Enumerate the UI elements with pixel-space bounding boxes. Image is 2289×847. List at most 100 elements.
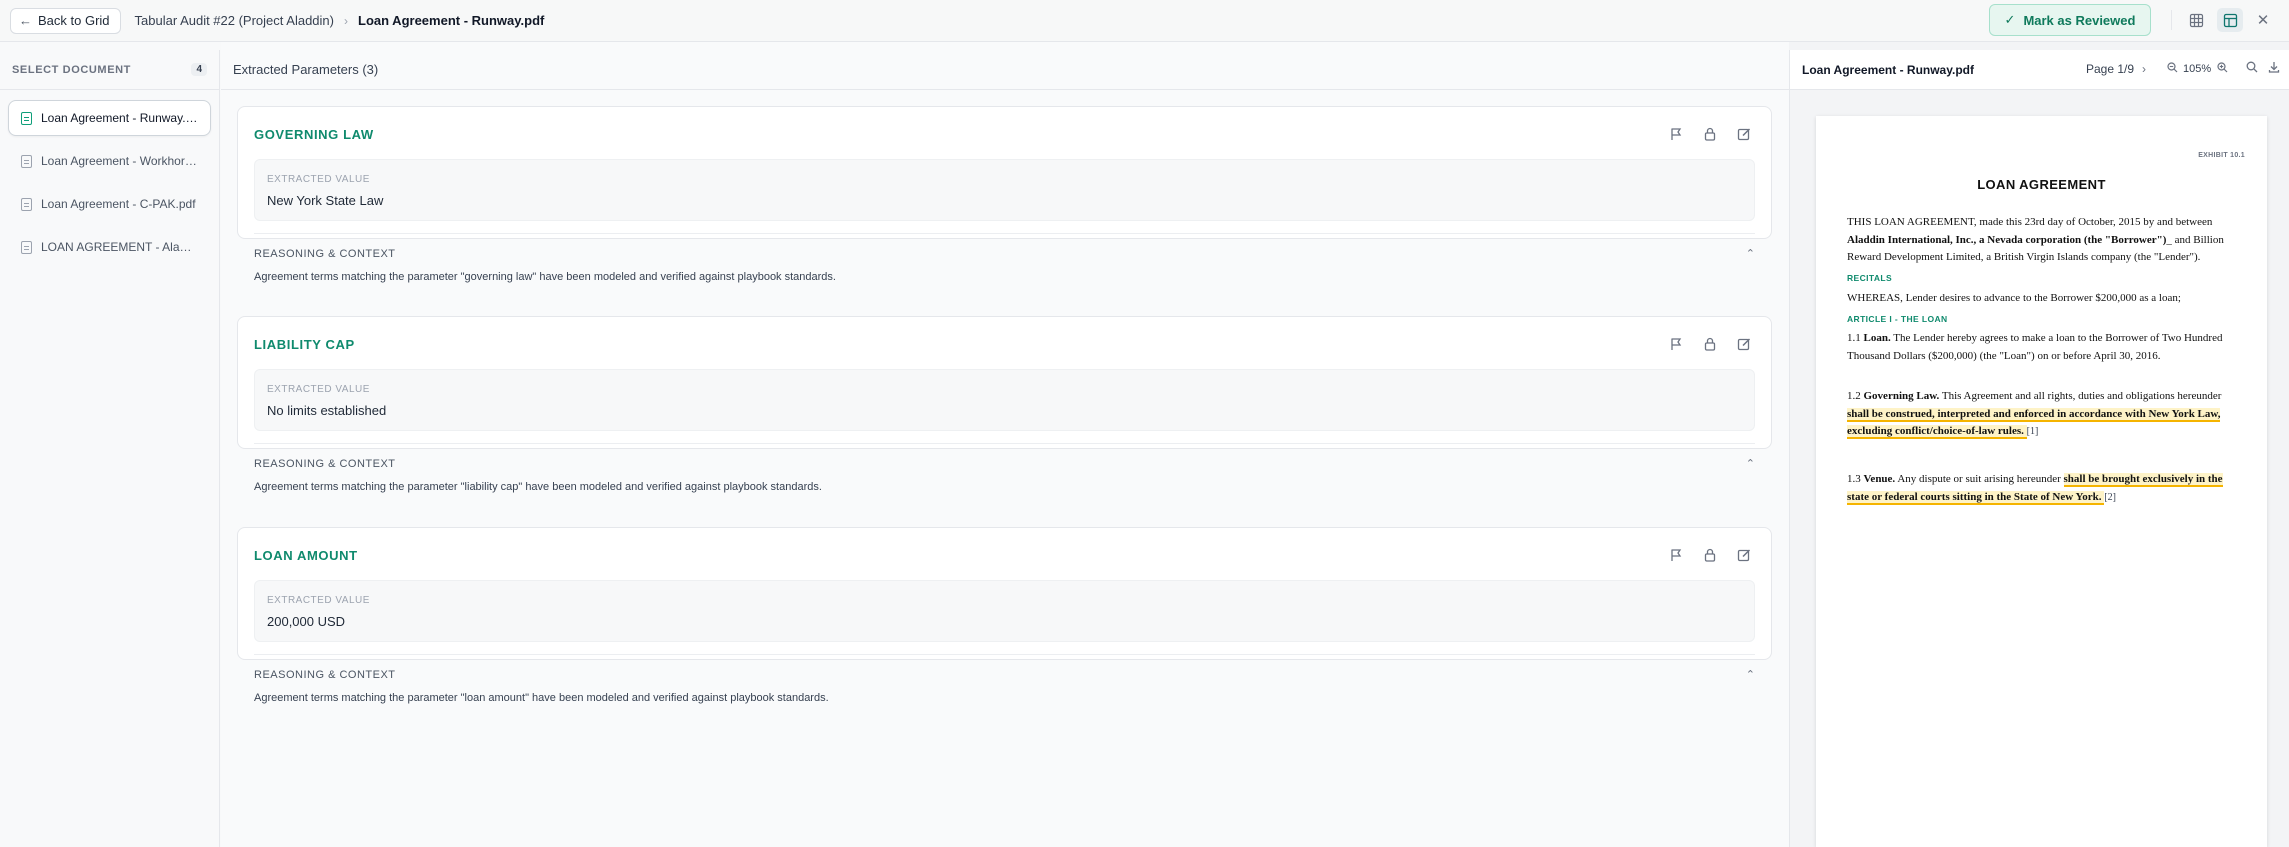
flag-icon[interactable] — [1667, 546, 1685, 564]
document-sidebar: SELECT DOCUMENT 4 Loan Agreement - Runwa… — [0, 50, 220, 847]
extracted-value-box: EXTRACTED VALUE New York State Law — [254, 159, 1755, 221]
clause-heading: Venue. — [1863, 473, 1896, 485]
borrower-name: Aladdin International, Inc., a Nevada co… — [1847, 233, 2167, 246]
chevron-up-icon: ⌃ — [1745, 669, 1755, 681]
clause-1-1: 1.1 Loan. The Lender hereby agrees to ma… — [1847, 330, 2239, 365]
flag-icon[interactable] — [1667, 125, 1685, 143]
reasoning-toggle[interactable]: REASONING & CONTEXT ⌃ — [254, 668, 1755, 682]
extracted-value: No limits established — [267, 403, 387, 418]
close-icon[interactable]: ✕ — [2250, 8, 2276, 32]
clause-number: 1.3 — [1847, 473, 1864, 485]
card-actions — [1667, 546, 1753, 564]
back-label: Back to Grid — [38, 13, 110, 28]
grid-icon[interactable] — [2183, 8, 2209, 32]
pdf-spacer — [1789, 42, 2289, 50]
parameter-card-liability-cap: LIABILITY CAP EXTRACTED VALUE No limits … — [237, 316, 1772, 493]
clause-text: Any dispute or suit arising hereunder — [1895, 473, 2064, 485]
document-item-aladdin[interactable]: LOAN AGREEMENT - Aladdin... — [8, 229, 211, 265]
zoom-out-icon[interactable] — [2167, 62, 2178, 76]
clause-1-3: 1.3 Venue. Any dispute or suit arising h… — [1847, 471, 2239, 506]
intro-paragraph: THIS LOAN AGREEMENT, made this 23rd day … — [1847, 214, 2239, 267]
mark-as-reviewed-button[interactable]: ✓ Mark as Reviewed — [1989, 4, 2151, 36]
extracted-parameters-panel: Extracted Parameters (3) GOVERNING LAW E… — [221, 50, 1789, 847]
document-item-cpak[interactable]: Loan Agreement - C-PAK.pdf — [8, 186, 211, 222]
extracted-value: 200,000 USD — [267, 614, 346, 629]
document-icon — [21, 197, 32, 211]
review-label: Mark as Reviewed — [2023, 12, 2136, 28]
chevron-up-icon: ⌃ — [1745, 458, 1755, 470]
reasoning-text: Agreement terms matching the parameter "… — [254, 271, 836, 283]
extracted-value-box: EXTRACTED VALUE 200,000 USD — [254, 580, 1755, 642]
document-item-runway[interactable]: Loan Agreement - Runway.pdf — [8, 100, 211, 136]
search-icon[interactable] — [2246, 61, 2258, 76]
parameter-card-loan-amount: LOAN AMOUNT EXTRACTED VALUE 200,000 USD … — [237, 527, 1772, 704]
divider — [254, 654, 1755, 655]
value-label: EXTRACTED VALUE — [267, 174, 370, 185]
clause-text: This Agreement and all rights, duties an… — [1939, 390, 2222, 402]
reasoning-label: REASONING & CONTEXT — [254, 457, 396, 470]
page-indicator: Page 1/9 — [2086, 62, 2135, 76]
sidebar-title: SELECT DOCUMENT — [12, 63, 131, 76]
document-label: Loan Agreement - Workhorse... — [41, 154, 198, 168]
value-label: EXTRACTED VALUE — [267, 595, 370, 606]
value-label: EXTRACTED VALUE — [267, 384, 370, 395]
edit-icon[interactable] — [1735, 546, 1753, 564]
reasoning-label: REASONING & CONTEXT — [254, 247, 396, 260]
zoom-level: 105% — [2183, 63, 2212, 75]
chevron-right-icon[interactable]: › — [2142, 62, 2146, 76]
citation-ref[interactable]: [1] — [2027, 426, 2039, 437]
document-item-workhorse[interactable]: Loan Agreement - Workhorse... — [8, 143, 211, 179]
document-list: Loan Agreement - Runway.pdf Loan Agreeme… — [0, 90, 219, 282]
lock-icon[interactable] — [1701, 335, 1719, 353]
flag-icon[interactable] — [1667, 335, 1685, 353]
section-recitals: RECITALS — [1847, 273, 1893, 283]
zoom-in-icon[interactable] — [2217, 62, 2228, 76]
check-icon: ✓ — [2004, 12, 2016, 27]
pdf-viewer: Loan Agreement - Runway.pdf Page 1/9 › 1… — [1789, 50, 2289, 847]
document-label: Loan Agreement - Runway.pdf — [41, 111, 198, 125]
document-count-badge: 4 — [191, 63, 207, 76]
clause-number: 1.2 — [1847, 390, 1864, 402]
document-label: Loan Agreement - C-PAK.pdf — [41, 197, 196, 211]
reasoning-toggle[interactable]: REASONING & CONTEXT ⌃ — [254, 247, 1755, 261]
arrow-left-icon: ← — [19, 13, 32, 28]
exhibit-label: EXHIBIT 10.1 — [2198, 152, 2245, 159]
lock-icon[interactable] — [1701, 546, 1719, 564]
clause-text: The Lender hereby agrees to make a loan … — [1847, 332, 2223, 362]
citation-ref[interactable]: [2] — [2104, 492, 2116, 503]
top-bar: ← Back to Grid Tabular Audit #22 (Projec… — [0, 0, 2289, 42]
reasoning-toggle[interactable]: REASONING & CONTEXT ⌃ — [254, 457, 1755, 471]
card-actions — [1667, 335, 1753, 353]
parameter-card-governing-law: GOVERNING LAW EXTRACTED VALUE New York S… — [237, 106, 1772, 283]
document-icon — [21, 240, 32, 254]
split-view-icon[interactable] — [2217, 8, 2243, 32]
divider — [254, 233, 1755, 234]
reasoning-text: Agreement terms matching the parameter "… — [254, 481, 822, 493]
pdf-page: EXHIBIT 10.1 LOAN AGREEMENT THIS LOAN AG… — [1816, 116, 2267, 847]
extracted-value: New York State Law — [267, 193, 384, 208]
card-actions — [1667, 125, 1753, 143]
whereas-paragraph: WHEREAS, Lender desires to advance to th… — [1847, 292, 2181, 304]
chevron-up-icon: ⌃ — [1745, 248, 1755, 260]
document-title: LOAN AGREEMENT — [1977, 177, 2106, 192]
chevron-right-icon: › — [344, 13, 348, 28]
reasoning-text: Agreement terms matching the parameter "… — [254, 692, 829, 704]
document-icon — [21, 111, 32, 125]
pdf-filename: Loan Agreement - Runway.pdf — [1802, 62, 1975, 77]
breadcrumb-file: Loan Agreement - Runway.pdf — [358, 13, 545, 28]
extracted-value-box: EXTRACTED VALUE No limits established — [254, 369, 1755, 431]
divider — [2171, 10, 2172, 30]
card-title: GOVERNING LAW — [254, 127, 374, 142]
download-icon[interactable] — [2268, 61, 2280, 76]
panel-heading: Extracted Parameters (3) — [221, 50, 1789, 90]
main-spacer — [221, 42, 1789, 50]
breadcrumb-project[interactable]: Tabular Audit #22 (Project Aladdin) — [135, 13, 334, 28]
edit-icon[interactable] — [1735, 335, 1753, 353]
sidebar-header: SELECT DOCUMENT 4 — [0, 50, 219, 90]
section-article-1: ARTICLE I - THE LOAN — [1847, 314, 1948, 324]
edit-icon[interactable] — [1735, 125, 1753, 143]
card-title: LIABILITY CAP — [254, 337, 355, 352]
lock-icon[interactable] — [1701, 125, 1719, 143]
back-to-grid-button[interactable]: ← Back to Grid — [10, 7, 121, 34]
clause-1-2: 1.2 Governing Law. This Agreement and al… — [1847, 388, 2239, 441]
